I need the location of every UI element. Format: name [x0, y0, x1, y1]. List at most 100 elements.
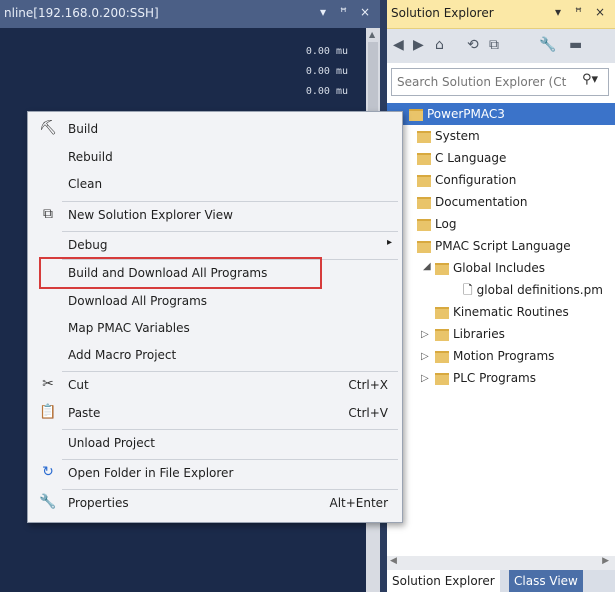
folder-icon	[435, 306, 449, 319]
tree-item-label: PLC Programs	[453, 371, 536, 385]
tree-item-label: global definitions.pm	[476, 283, 603, 297]
scroll-left-icon[interactable]: ◀	[390, 556, 397, 566]
solution-explorer-panel: Solution Explorer ▾ ꟸ × ◀ ▶ ⌂ ⟲ ⧉ 🔧 ▬ ⚲▾…	[387, 0, 615, 592]
forward-icon[interactable]: ▶	[413, 37, 424, 53]
tree-item-label: C Language	[435, 151, 507, 165]
open-folder-arrow-icon: ↻	[42, 464, 54, 480]
menu-item-label: Clean	[68, 177, 103, 191]
menu-item-label: Download All Programs	[68, 294, 208, 308]
menu-item-properties[interactable]: 🔧 Properties Alt+Enter	[28, 490, 402, 518]
solution-explorer-toolbar: ◀ ▶ ⌂ ⟲ ⧉ 🔧 ▬	[387, 29, 615, 63]
folder-icon	[435, 350, 449, 363]
tree-item-label: PowerPMAC3	[427, 107, 505, 121]
search-input[interactable]	[395, 72, 579, 92]
menu-item-download-all[interactable]: Download All Programs	[28, 288, 402, 316]
menu-item-paste[interactable]: 📋 Paste Ctrl+V	[28, 400, 402, 428]
collapse-icon[interactable]: ⧉	[489, 37, 499, 53]
se-close-icon[interactable]: ×	[595, 5, 605, 19]
menu-item-build[interactable]: ⛏ Build	[28, 116, 402, 144]
scissors-icon: ✂	[42, 376, 54, 392]
highlight-annotation-box	[39, 257, 322, 289]
folder-icon	[435, 372, 449, 385]
history-icon[interactable]: ⟲	[467, 37, 479, 53]
tree-item-c-language[interactable]: C Language	[417, 147, 506, 169]
folder-icon	[417, 152, 431, 165]
tree-item-label: Libraries	[453, 327, 505, 341]
tree-item-project[interactable]: PowerPMAC3	[387, 103, 615, 125]
menu-item-label: New Solution Explorer View	[68, 208, 233, 222]
home-icon[interactable]: ⌂	[435, 37, 444, 53]
back-icon[interactable]: ◀	[393, 37, 404, 53]
tree-item-label: Documentation	[435, 195, 528, 209]
se-pin-icon[interactable]: ꟸ	[575, 5, 582, 19]
folder-open-icon	[417, 240, 431, 253]
menu-item-add-macro-project[interactable]: Add Macro Project	[28, 342, 402, 370]
tree-item-plc-programs[interactable]: PLC Programs	[435, 367, 536, 389]
solution-explorer-title: Solution Explorer	[391, 6, 494, 20]
tree-item-label: System	[435, 129, 480, 143]
tree-item-documentation[interactable]: Documentation	[417, 191, 528, 213]
folder-icon	[417, 218, 431, 231]
expander-collapsed-icon[interactable]: ▷	[421, 351, 429, 362]
tree-item-pmac-script-language[interactable]: PMAC Script Language	[417, 235, 571, 257]
tab-class-view[interactable]: Class View	[509, 570, 583, 592]
expander-collapsed-icon[interactable]: ▷	[421, 329, 429, 340]
tree-item-global-definitions[interactable]: 🗋 global definitions.pm	[463, 279, 603, 301]
tree-item-configuration[interactable]: Configuration	[417, 169, 516, 191]
menu-item-label: Paste	[68, 406, 101, 420]
folder-icon	[417, 174, 431, 187]
scroll-right-icon[interactable]: ▶	[602, 556, 609, 566]
new-view-icon: ⧉	[43, 206, 53, 222]
context-menu: ⛏ Build Rebuild Clean ⧉ New Solution Exp…	[27, 111, 403, 523]
solution-explorer-search[interactable]: ⚲▾	[391, 68, 609, 96]
tree-item-libraries[interactable]: Libraries	[435, 323, 505, 345]
wrench-icon: 🔧	[39, 494, 57, 510]
terminal-reading: 0.00 mu	[305, 66, 348, 77]
menu-shortcut: Ctrl+X	[348, 378, 388, 392]
tree-item-label: Kinematic Routines	[453, 305, 569, 319]
scroll-up-icon[interactable]: ▲	[369, 30, 375, 39]
menu-item-unload-project[interactable]: Unload Project	[28, 430, 402, 458]
solution-explorer-tabs: Solution Explorer Class View	[387, 570, 615, 592]
menu-item-clean[interactable]: Clean	[28, 171, 402, 199]
tree-item-motion-programs[interactable]: Motion Programs	[435, 345, 554, 367]
solution-tree[interactable]: PowerPMAC3 System C Language Configurati…	[387, 103, 615, 573]
menu-item-open-folder[interactable]: ↻ Open Folder in File Explorer	[28, 460, 402, 488]
menu-item-rebuild[interactable]: Rebuild	[28, 144, 402, 172]
terminal-close-icon[interactable]: ×	[360, 5, 370, 19]
menu-item-label: Debug	[68, 238, 108, 252]
terminal-reading: 0.00 mu	[305, 86, 348, 97]
search-icon[interactable]: ⚲▾	[582, 72, 598, 87]
dash-icon[interactable]: ▬	[569, 37, 582, 53]
terminal-title: nline[192.168.0.200:SSH]	[4, 6, 159, 20]
menu-item-debug[interactable]: Debug ▸	[28, 232, 402, 260]
terminal-scroll-thumb[interactable]	[368, 42, 378, 122]
file-icon: 🗋	[463, 283, 473, 297]
terminal-pin-icon[interactable]: ꟸ	[340, 5, 347, 19]
tree-item-global-includes[interactable]: Global Includes	[435, 257, 545, 279]
expander-collapsed-icon[interactable]: ▷	[421, 373, 429, 384]
terminal-dropdown-icon[interactable]: ▾	[320, 5, 326, 19]
expander-expanded-icon[interactable]: ◢	[423, 261, 431, 272]
tree-horizontal-scrollbar[interactable]: ◀ ▶	[387, 556, 615, 570]
tab-solution-explorer[interactable]: Solution Explorer	[387, 570, 500, 592]
se-dropdown-icon[interactable]: ▾	[555, 5, 561, 19]
tree-item-log[interactable]: Log	[417, 213, 456, 235]
menu-item-new-solution-explorer-view[interactable]: ⧉ New Solution Explorer View	[28, 202, 402, 230]
terminal-title-bar: nline[192.168.0.200:SSH] ▾ ꟸ ×	[0, 0, 380, 28]
properties-wrench-icon[interactable]: 🔧	[539, 37, 556, 53]
tree-item-system[interactable]: System	[417, 125, 480, 147]
terminal-reading: 0.00 mu	[305, 46, 348, 57]
folder-icon	[435, 328, 449, 341]
menu-item-cut[interactable]: ✂ Cut Ctrl+X	[28, 372, 402, 400]
folder-icon	[417, 196, 431, 209]
tree-item-label: Configuration	[435, 173, 517, 187]
project-icon	[409, 108, 423, 121]
menu-item-map-pmac-variables[interactable]: Map PMAC Variables	[28, 315, 402, 343]
build-icon: ⛏	[39, 120, 57, 136]
menu-item-label: Build	[68, 122, 99, 136]
menu-item-label: Add Macro Project	[68, 348, 177, 362]
tree-item-kinematic-routines[interactable]: Kinematic Routines	[435, 301, 569, 323]
folder-icon	[417, 130, 431, 143]
tree-item-label: Motion Programs	[453, 349, 555, 363]
